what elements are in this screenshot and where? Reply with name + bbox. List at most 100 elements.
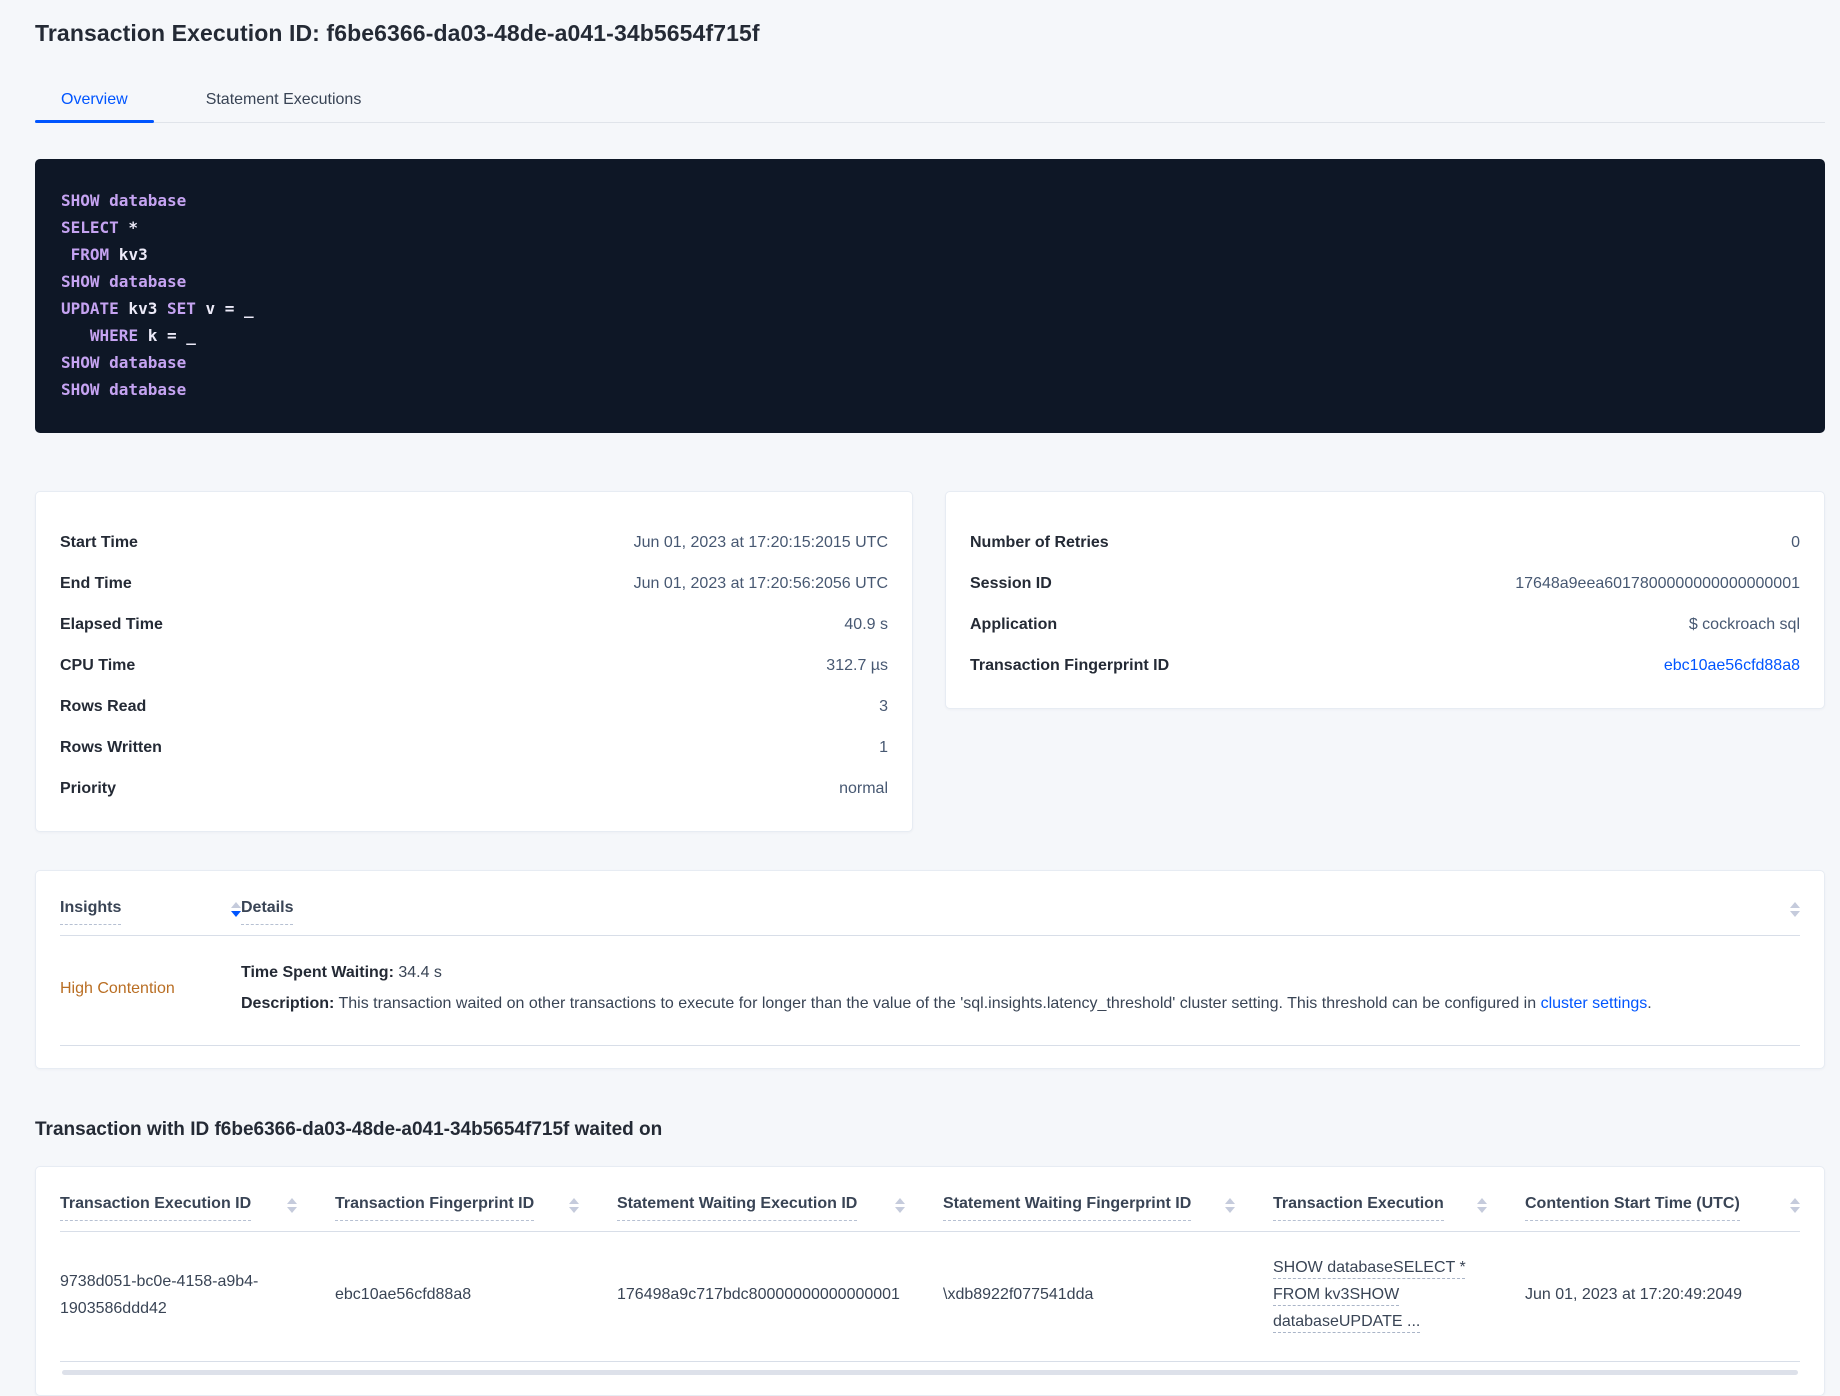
sql-line: SHOW database: [61, 272, 187, 291]
row-label: CPU Time: [60, 657, 136, 674]
card-bottom-spacer: [60, 1046, 1800, 1068]
header-label[interactable]: Statement Waiting Fingerprint ID: [943, 1195, 1192, 1221]
row-value: 40.9 s: [844, 616, 888, 633]
header-label[interactable]: Statement Waiting Execution ID: [617, 1195, 858, 1221]
column-header-statement-waiting-fingerprint-id: Statement Waiting Fingerprint ID: [943, 1195, 1273, 1221]
row-value: 3: [879, 698, 888, 715]
page-container: Transaction Execution ID: f6be6366-da03-…: [0, 0, 1840, 1396]
cell-transaction-execution: SHOW databaseSELECT * FROM kv3SHOW datab…: [1273, 1254, 1525, 1335]
header-label[interactable]: Transaction Execution: [1273, 1195, 1444, 1221]
sort-up-arrow-icon: [1790, 902, 1800, 908]
waiting-label: Time Spent Waiting:: [241, 964, 394, 981]
column-header-transaction-execution-id: Transaction Execution ID: [60, 1195, 335, 1221]
column-header-transaction-fingerprint-id: Transaction Fingerprint ID: [335, 1195, 617, 1221]
sort-icon[interactable]: [1477, 1195, 1487, 1216]
header-label[interactable]: Transaction Execution ID: [60, 1195, 252, 1221]
row-label: Elapsed Time: [60, 616, 163, 633]
column-header-statement-waiting-execution-id: Statement Waiting Execution ID: [617, 1195, 943, 1221]
cell-transaction-fingerprint-id: ebc10ae56cfd88a8: [335, 1286, 472, 1303]
details-header-label[interactable]: Details: [241, 899, 294, 925]
row-label: Transaction Fingerprint ID: [970, 657, 1170, 674]
row-value: 0: [1791, 534, 1800, 551]
column-header-contention-start-time: Contention Start Time (UTC): [1525, 1195, 1800, 1221]
insights-table-header: Insights Details: [60, 871, 1800, 936]
cell-transaction-execution-id: 9738d051-bc0e-4158-a9b4-1903586ddd42: [60, 1272, 259, 1317]
header-label[interactable]: Contention Start Time (UTC): [1525, 1195, 1740, 1221]
row-value: normal: [839, 780, 888, 797]
high-contention-badge: High Contention: [60, 979, 175, 997]
summary-row: Elapsed Time 40.9 s: [60, 604, 888, 645]
sort-up-arrow-icon: [1477, 1198, 1487, 1204]
description-text: This transaction waited on other transac…: [334, 995, 1541, 1012]
insights-header-label[interactable]: Insights: [60, 899, 122, 925]
transaction-fingerprint-link[interactable]: ebc10ae56cfd88a8: [1664, 655, 1800, 676]
row-label: End Time: [60, 575, 132, 592]
summary-row: Rows Read 3: [60, 686, 888, 727]
summary-card-session: Number of Retries 0 Session ID 17648a9eea6…: [945, 491, 1825, 709]
summary-row: End Time Jun 01, 2023 at 17:20:56:2056 UT…: [60, 563, 888, 604]
waited-on-table-card: Transaction Execution ID Transaction Fin…: [35, 1166, 1825, 1396]
sort-down-arrow-icon: [1790, 911, 1800, 917]
sort-icon[interactable]: [231, 899, 241, 920]
row-value: 312.7 µs: [826, 657, 888, 674]
insight-type-cell: High Contention: [60, 980, 241, 998]
insight-details-cell: Time Spent Waiting: 34.4 s Description: …: [241, 962, 1800, 1015]
insight-row: High Contention Time Spent Waiting: 34.4…: [60, 936, 1800, 1046]
sql-statement-box: SHOW database SELECT * FROM kv3 SHOW datab…: [35, 159, 1825, 433]
row-value: Jun 01, 2023 at 17:20:56:2056 UTC: [633, 575, 888, 592]
sql-line: SHOW database: [61, 353, 187, 372]
sort-icon[interactable]: [895, 1195, 905, 1216]
summary-row: Priority normal: [60, 768, 888, 809]
insights-table-card: Insights Details High Contention Time Sp…: [35, 870, 1825, 1069]
sql-line: UPDATE kv3 SET v = _: [61, 299, 254, 318]
time-spent-waiting-line: Time Spent Waiting: 34.4 s: [241, 962, 1800, 984]
tab-overview[interactable]: Overview: [35, 79, 154, 123]
sort-icon[interactable]: [1225, 1195, 1235, 1216]
sort-up-arrow-icon: [1790, 1198, 1800, 1204]
summary-row: Transaction Fingerprint ID ebc10ae56cfd88…: [970, 645, 1800, 686]
sort-down-arrow-icon: [895, 1207, 905, 1213]
tab-bar: Overview Statement Executions: [35, 79, 1825, 123]
sql-line: WHERE k = _: [89, 326, 196, 345]
row-value: 1: [879, 739, 888, 756]
sort-down-arrow-icon: [1477, 1207, 1487, 1213]
row-label: Application: [970, 616, 1058, 633]
sort-icon[interactable]: [287, 1195, 297, 1216]
row-label: Rows Read: [60, 698, 147, 715]
row-value: $ cockroach sql: [1688, 616, 1800, 633]
cell-statement-waiting-execution-id: 176498a9c717bdc80000000000000001: [617, 1286, 900, 1303]
sort-up-arrow-icon: [1225, 1198, 1235, 1204]
table-row: 9738d051-bc0e-4158-a9b4-1903586ddd42 ebc…: [60, 1232, 1800, 1362]
waited-on-heading: Transaction with ID f6be6366-da03-48de-a…: [35, 1119, 663, 1140]
description-label: Description:: [241, 995, 335, 1012]
sort-down-arrow-icon: [569, 1207, 579, 1213]
sort-icon[interactable]: [569, 1195, 579, 1216]
row-label: Start Time: [60, 534, 138, 551]
cell-contention-start-time: Jun 01, 2023 at 17:20:49:2049: [1525, 1286, 1743, 1303]
waiting-value: 34.4 s: [393, 964, 442, 981]
details-column-header: Details: [241, 899, 1800, 925]
row-value: 17648a9eea6017800000000000000001: [1515, 575, 1800, 592]
sort-icon[interactable]: [1790, 899, 1800, 920]
cell-statement-waiting-fingerprint-id: \xdb8922f077541dda: [943, 1286, 1094, 1303]
sort-up-arrow-icon: [569, 1198, 579, 1204]
sort-icon[interactable]: [1790, 1195, 1800, 1216]
sort-up-arrow-icon: [895, 1198, 905, 1204]
horizontal-scrollbar[interactable]: [62, 1370, 1798, 1375]
tab-statement-executions[interactable]: Statement Executions: [180, 79, 388, 122]
description-period: .: [1647, 995, 1652, 1012]
cluster-settings-link[interactable]: cluster settings: [1541, 995, 1648, 1012]
header-label[interactable]: Transaction Fingerprint ID: [335, 1195, 535, 1221]
transaction-execution-link[interactable]: SHOW databaseSELECT * FROM kv3SHOW datab…: [1273, 1259, 1466, 1330]
sql-line: SELECT *: [61, 218, 139, 237]
sql-line: SHOW database: [61, 380, 187, 399]
row-label: Session ID: [970, 575, 1052, 592]
summary-card-timing: Start Time Jun 01, 2023 at 17:20:15:2015 …: [35, 491, 913, 832]
waited-on-table-header: Transaction Execution ID Transaction Fin…: [60, 1167, 1800, 1232]
row-label: Rows Written: [60, 739, 162, 756]
insights-column-header: Insights: [60, 899, 241, 925]
sort-down-arrow-icon: [287, 1207, 297, 1213]
row-label: Number of Retries: [970, 534, 1109, 551]
sort-up-arrow-icon: [231, 902, 241, 908]
summary-row: Number of Retries 0: [970, 522, 1800, 563]
